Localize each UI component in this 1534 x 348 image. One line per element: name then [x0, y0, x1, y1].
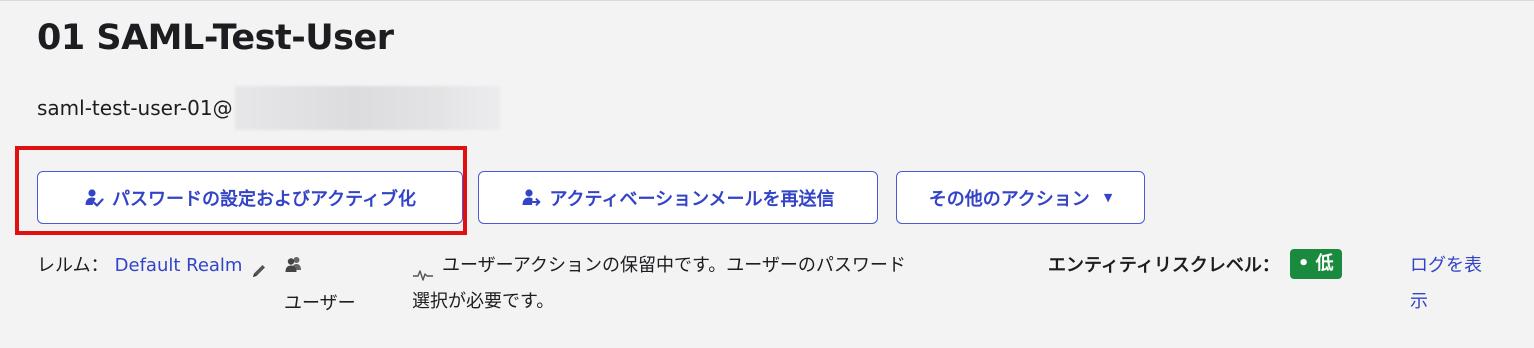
- realm-label: レルム：: [37, 255, 109, 276]
- user-type-label: ユーザー: [284, 293, 356, 314]
- set-password-activate-label: パスワードの設定およびアクティブ化: [111, 188, 417, 210]
- entity-risk-level: エンティティリスクレベル： • 低: [1048, 248, 1342, 280]
- user-email: saml-test-user-01@: [37, 86, 500, 130]
- users-icon: [284, 255, 304, 275]
- redacted-email-domain: [234, 86, 500, 130]
- other-actions-dropdown[interactable]: その他のアクション ▼: [896, 171, 1145, 224]
- pending-action-status: ユーザーアクションの保留中です。ユーザーのパスワード選択が必要です。: [412, 248, 912, 320]
- chevron-down-icon: ▼: [1103, 191, 1113, 204]
- resend-activation-email-button[interactable]: アクティベーションメールを再送信: [478, 171, 878, 224]
- email-prefix: saml-test-user-01@: [37, 96, 233, 120]
- realm-info: レルム： Default Realm: [37, 248, 268, 284]
- user-type: ユーザー: [284, 255, 374, 315]
- risk-level-label: エンティティリスクレベル：: [1048, 255, 1280, 276]
- other-actions-label: その他のアクション: [928, 188, 1090, 210]
- view-log-link[interactable]: ログを表示: [1410, 248, 1490, 320]
- pending-message: ユーザーアクションの保留中です。ユーザーのパスワード選択が必要です。: [412, 255, 906, 312]
- realm-link[interactable]: Default Realm: [115, 255, 243, 276]
- pencil-icon[interactable]: [250, 257, 268, 277]
- resend-activation-email-label: アクティベーションメールを再送信: [549, 188, 835, 210]
- user-check-icon: [84, 188, 104, 208]
- top-divider: [0, 0, 1534, 1]
- risk-level-badge: • 低: [1289, 249, 1342, 279]
- page-title: 01 SAML-Test-User: [37, 18, 394, 58]
- user-send-icon: [521, 188, 541, 208]
- activity-pulse-icon: [412, 259, 434, 281]
- set-password-activate-button[interactable]: パスワードの設定およびアクティブ化: [37, 171, 463, 224]
